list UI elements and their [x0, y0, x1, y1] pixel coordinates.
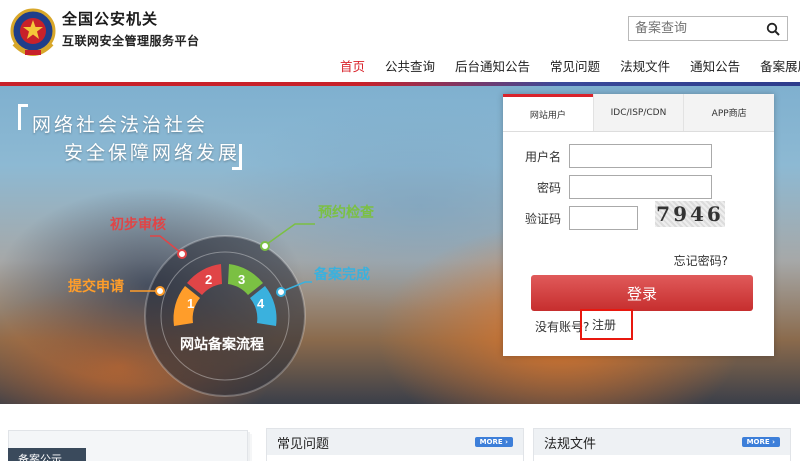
- register-link[interactable]: 注册: [580, 309, 633, 340]
- filing-flow-diagram: 1 2 3 4: [130, 223, 315, 397]
- connector-submit-dot: [155, 286, 165, 296]
- regulations-more-label: MORE: [746, 438, 770, 446]
- connector-prelim: [150, 235, 181, 253]
- password-row: 密码: [503, 175, 712, 199]
- main-nav: 首页 公共查询 后台通知公告 常见问题 法规文件 通知公告 备案展厅: [340, 56, 800, 75]
- password-field[interactable]: [569, 175, 712, 199]
- forgot-password-link[interactable]: 忘记密码?: [674, 252, 728, 269]
- username-field[interactable]: [569, 144, 712, 168]
- nav-notices[interactable]: 通知公告: [690, 56, 740, 75]
- nav-public-query[interactable]: 公共查询: [385, 56, 435, 75]
- captcha-field[interactable]: [569, 206, 638, 230]
- connector-prelim-dot: [177, 249, 187, 259]
- search-box: [628, 16, 788, 41]
- step-reserve-inspection: 预约检查: [318, 205, 374, 221]
- step-prelim-review: 初步审核: [110, 217, 166, 233]
- faq-more-label: MORE: [479, 438, 503, 446]
- connector-reserve-dot: [260, 241, 270, 251]
- captcha-image[interactable]: 7946: [655, 201, 725, 227]
- regulations-more-button[interactable]: MORE ›: [741, 437, 780, 447]
- nav-faq[interactable]: 常见问题: [550, 56, 600, 75]
- flow-step-1-num: 1: [187, 296, 194, 311]
- site-subtitle: 互联网安全管理服务平台: [62, 34, 200, 48]
- regulations-panel-title: 法规文件: [544, 436, 597, 452]
- flow-step-2-num: 2: [205, 272, 212, 287]
- tab-idc-isp-cdn[interactable]: IDC/ISP/CDN: [592, 94, 684, 131]
- connector-done-dot: [276, 287, 286, 297]
- flow-step-4-num: 4: [257, 296, 265, 311]
- nav-backend-notices[interactable]: 后台通知公告: [455, 56, 530, 75]
- nav-regulations[interactable]: 法规文件: [620, 56, 670, 75]
- flow-step-3-num: 3: [238, 272, 245, 287]
- faq-panel: 常见问题 MORE ›: [266, 428, 524, 461]
- login-button[interactable]: 登录: [531, 275, 753, 311]
- captcha-row: 验证码: [503, 206, 638, 230]
- nav-home[interactable]: 首页: [340, 56, 365, 75]
- site-header: 全国公安机关 互联网安全管理服务平台 首页 公共查询 后台通知公告 常见问题 法…: [0, 0, 800, 82]
- step-submit: 提交申请: [68, 279, 124, 295]
- page: 全国公安机关 互联网安全管理服务平台 首页 公共查询 后台通知公告 常见问题 法…: [0, 0, 800, 461]
- flow-title: 网站备案流程: [180, 337, 264, 353]
- tab-app-store[interactable]: APP商店: [683, 94, 775, 131]
- nav-filing-gallery[interactable]: 备案展厅: [760, 56, 800, 75]
- regulations-panel: 法规文件 MORE ›: [533, 428, 791, 461]
- faq-more-button[interactable]: MORE ›: [474, 437, 513, 447]
- username-row: 用户名: [503, 144, 712, 168]
- faq-panel-header: 常见问题 MORE ›: [267, 429, 523, 455]
- tab-website-user[interactable]: 网站用户: [503, 94, 593, 131]
- flow-outer-ring: [144, 235, 306, 397]
- login-tabs: 网站用户 IDC/ISP/CDN APP商店: [503, 94, 775, 132]
- step-complete: 备案完成: [314, 267, 370, 283]
- search-input[interactable]: [629, 17, 761, 40]
- captcha-label: 验证码: [524, 211, 561, 226]
- site-title: 全国公安机关: [62, 10, 159, 28]
- announcement-tab[interactable]: 备案公示: [8, 448, 86, 461]
- connector-reserve: [266, 223, 315, 245]
- login-panel: 网站用户 IDC/ISP/CDN APP商店 用户名 密码 验证码 7946 忘…: [503, 94, 775, 356]
- password-label: 密码: [536, 180, 561, 195]
- username-label: 用户名: [524, 149, 561, 164]
- faq-panel-title: 常见问题: [277, 436, 330, 452]
- content-area: 备案公示 常见问题 MORE › 法规文件 MORE ›: [0, 404, 800, 461]
- police-emblem-icon: [10, 8, 56, 56]
- regulations-panel-header: 法规文件 MORE ›: [534, 429, 790, 455]
- search-icon[interactable]: [761, 17, 785, 40]
